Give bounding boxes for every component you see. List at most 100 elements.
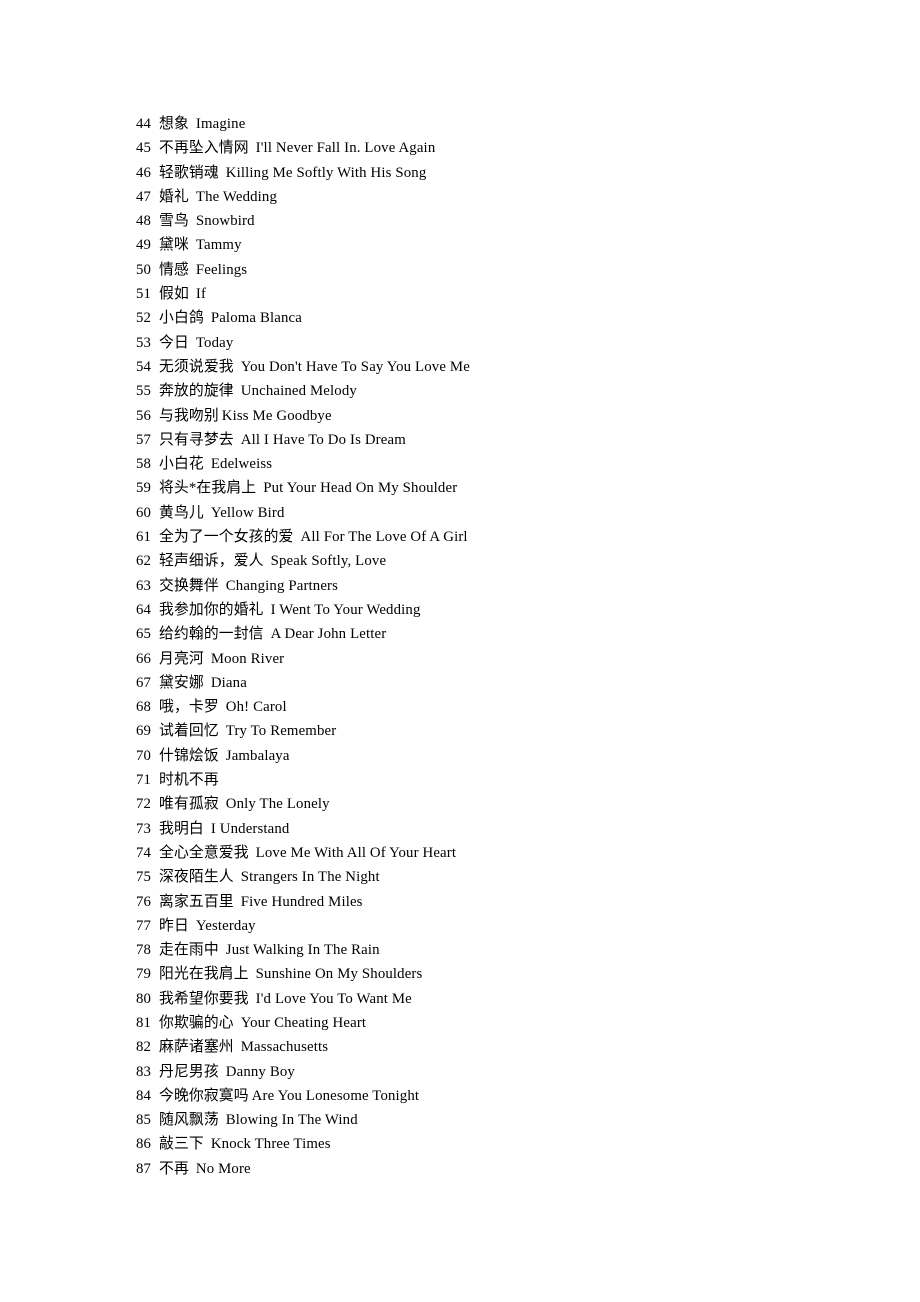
song-number: 45	[136, 140, 152, 157]
song-title-english: Jambalaya	[225, 747, 290, 764]
song-title-chinese: 无须说爱我	[159, 358, 234, 375]
song-list-item: 63 交换舞伴 Changing Partners	[136, 574, 880, 598]
song-list-item: 60 黄鸟儿 Yellow Bird	[136, 501, 880, 525]
song-title-english: No More	[195, 1160, 251, 1177]
document-page: 44 想象 Imagine 45 不再坠入情网 I'll Never Fall In. L…	[0, 0, 920, 1302]
song-number: 83	[136, 1063, 152, 1080]
song-number: 59	[136, 480, 152, 497]
song-number: 77	[136, 917, 152, 934]
song-title-chinese: 只有寻梦去	[159, 431, 234, 448]
song-number: 82	[136, 1039, 152, 1056]
song-number: 75	[136, 869, 152, 886]
song-list-item: 66 月亮河 Moon River	[136, 647, 880, 671]
song-title-english: The Wedding	[195, 188, 278, 205]
song-number: 49	[136, 237, 152, 254]
song-title-chinese: 你欺骗的心	[159, 1014, 234, 1031]
song-number: 74	[136, 844, 152, 861]
song-list-item: 62 轻声细诉，爱人 Speak Softly, Love	[136, 549, 880, 573]
song-title-chinese: 丹尼男孩	[159, 1063, 219, 1080]
song-title-english: Five Hundred Miles	[240, 893, 363, 910]
song-title-chinese: 情感	[159, 261, 189, 278]
song-title-chinese: 我明白	[159, 820, 204, 837]
song-list-item: 54 无须说爱我 You Don't Have To Say You Love Me	[136, 355, 880, 379]
song-title-chinese: 雪鸟	[159, 213, 189, 230]
song-title-english: Put Your Head On My Shoulder	[263, 480, 458, 497]
song-number: 56	[136, 407, 152, 424]
song-title-chinese: 黛咪	[159, 237, 189, 254]
song-title-english: Love Me With All Of Your Heart	[255, 844, 457, 861]
song-number: 87	[136, 1160, 152, 1177]
song-list-item: 65 给约翰的一封信 A Dear John Letter	[136, 622, 880, 646]
song-list-item: 71 时机不再	[136, 768, 880, 792]
song-list-item: 46 轻歌销魂 Killing Me Softly With His Song	[136, 161, 880, 185]
song-title-chinese: 深夜陌生人	[159, 869, 234, 886]
song-title-chinese: 月亮河	[159, 650, 204, 667]
song-title-chinese: 与我吻别	[159, 407, 219, 424]
song-number: 63	[136, 577, 152, 594]
song-title-english: All I Have To Do Is Dream	[240, 431, 406, 448]
song-title-chinese: 全为了一个女孩的爱	[159, 529, 294, 546]
song-list-item: 44 想象 Imagine	[136, 112, 880, 136]
song-list-item: 83 丹尼男孩 Danny Boy	[136, 1060, 880, 1084]
song-title-chinese: 麻萨诸塞州	[159, 1039, 234, 1056]
song-title-chinese: 今日	[159, 334, 189, 351]
song-title-english: Changing Partners	[225, 577, 339, 594]
song-title-chinese: 唯有孤寂	[159, 796, 219, 813]
song-title-chinese: 我参加你的婚礼	[159, 601, 264, 618]
song-list-item: 50 情感 Feelings	[136, 258, 880, 282]
song-title-english: Edelweiss	[210, 456, 273, 473]
song-title-english: Strangers In The Night	[240, 869, 380, 886]
song-title-english: Danny Boy	[225, 1063, 295, 1080]
song-number: 57	[136, 431, 152, 448]
song-list-item: 53 今日 Today	[136, 331, 880, 355]
song-title-chinese: 黛安娜	[159, 674, 204, 691]
song-number: 72	[136, 796, 152, 813]
song-list-item: 55 奔放的旋律 Unchained Melody	[136, 379, 880, 403]
song-list-item: 85 随风飘荡 Blowing In The Wind	[136, 1108, 880, 1132]
song-title-chinese: 全心全意爱我	[159, 844, 249, 861]
song-title-english: You Don't Have To Say You Love Me	[240, 358, 470, 375]
song-number: 78	[136, 942, 152, 959]
song-list-item: 47 婚礼 The Wedding	[136, 185, 880, 209]
song-title-chinese: 假如	[159, 286, 189, 303]
song-number: 65	[136, 626, 152, 643]
song-title-english: Are You Lonesome Tonight	[251, 1087, 420, 1104]
song-title-english: Knock Three Times	[210, 1136, 331, 1153]
song-title-chinese: 时机不再	[159, 772, 219, 789]
song-title-chinese: 想象	[159, 116, 189, 132]
song-number: 76	[136, 893, 152, 910]
song-number: 61	[136, 529, 152, 546]
song-number: 81	[136, 1014, 152, 1031]
song-list-item: 81 你欺骗的心 Your Cheating Heart	[136, 1011, 880, 1035]
song-title-english: Diana	[210, 674, 247, 691]
song-number: 62	[136, 553, 152, 570]
song-title-english: Moon River	[210, 650, 285, 667]
song-title-chinese: 小白花	[159, 456, 204, 473]
song-number: 85	[136, 1112, 152, 1129]
song-list-item: 86 敲三下 Knock Three Times	[136, 1132, 880, 1156]
song-list-item: 79 阳光在我肩上 Sunshine On My Shoulders	[136, 962, 880, 986]
song-number: 69	[136, 723, 152, 740]
song-list-item: 49 黛咪 Tammy	[136, 233, 880, 257]
song-list-item: 61 全为了一个女孩的爱 All For The Love Of A Girl	[136, 525, 880, 549]
song-number: 70	[136, 747, 152, 764]
song-number: 48	[136, 213, 152, 230]
song-title-english: Oh! Carol	[225, 699, 287, 716]
song-list-item: 76 离家五百里 Five Hundred Miles	[136, 890, 880, 914]
song-list-item: 52 小白鸽 Paloma Blanca	[136, 306, 880, 330]
song-number: 47	[136, 188, 152, 205]
song-number: 71	[136, 772, 152, 789]
song-list-item: 82 麻萨诸塞州 Massachusetts	[136, 1035, 880, 1059]
song-title-chinese: 随风飘荡	[159, 1112, 219, 1129]
song-number: 68	[136, 699, 152, 716]
song-title-english: Unchained Melody	[240, 383, 357, 400]
song-list-item: 73 我明白 I Understand	[136, 817, 880, 841]
song-number: 50	[136, 261, 152, 278]
song-list-item: 77 昨日 Yesterday	[136, 914, 880, 938]
song-title-chinese: 昨日	[159, 917, 189, 934]
song-number: 58	[136, 456, 152, 473]
song-number: 53	[136, 334, 152, 351]
song-list-item: 51 假如 If	[136, 282, 880, 306]
song-number: 67	[136, 674, 152, 691]
song-title-english: Paloma Blanca	[210, 310, 302, 327]
